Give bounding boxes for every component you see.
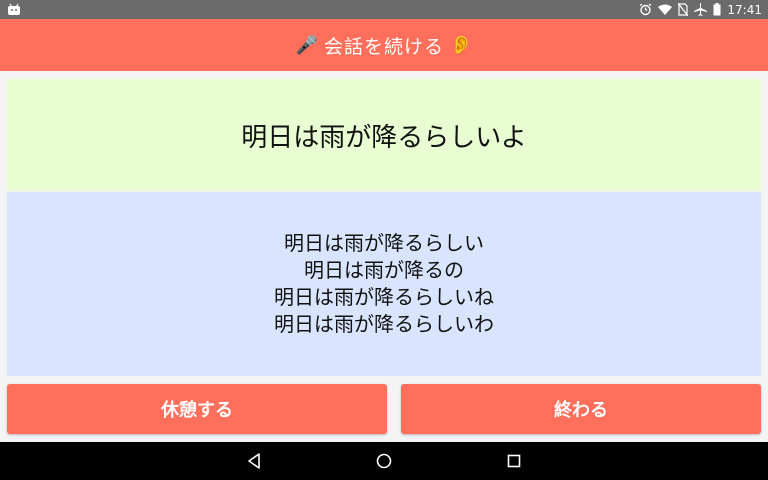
back-icon[interactable]	[246, 452, 262, 470]
candidates-panel: 明日は雨が降るらしい 明日は雨が降るの 明日は雨が降るらしいね 明日は雨が降るら…	[7, 192, 761, 376]
alarm-icon	[640, 3, 652, 16]
status-bar: 17:41	[0, 0, 768, 19]
prompt-panel: 明日は雨が降るらしいよ	[7, 79, 761, 191]
home-icon[interactable]	[375, 452, 393, 470]
battery-icon	[713, 3, 721, 16]
android-icon	[8, 3, 20, 15]
status-time: 17:41	[727, 2, 762, 17]
airplane-icon	[694, 3, 708, 16]
no-sim-icon	[678, 3, 689, 16]
end-button-label: 終わる	[554, 400, 608, 421]
app-bar: 🎤 会話を続ける 👂	[0, 19, 768, 71]
recents-icon[interactable]	[506, 452, 522, 470]
candidate-item[interactable]: 明日は雨が降るらしいわ	[274, 311, 494, 338]
candidate-item[interactable]: 明日は雨が降るらしい	[284, 230, 484, 257]
candidate-item[interactable]: 明日は雨が降るの	[304, 257, 464, 284]
navigation-bar	[0, 442, 768, 480]
page-title: 会話を続ける	[323, 35, 444, 58]
wifi-icon	[658, 4, 673, 15]
ear-icon: 👂	[450, 34, 473, 56]
prompt-text: 明日は雨が降るらしいよ	[241, 122, 527, 153]
end-button[interactable]: 終わる	[401, 384, 761, 434]
rest-button[interactable]: 休憩する	[7, 384, 387, 434]
rest-button-label: 休憩する	[161, 400, 233, 421]
microphone-icon: 🎤	[295, 34, 318, 56]
candidate-item[interactable]: 明日は雨が降るらしいね	[274, 284, 494, 311]
